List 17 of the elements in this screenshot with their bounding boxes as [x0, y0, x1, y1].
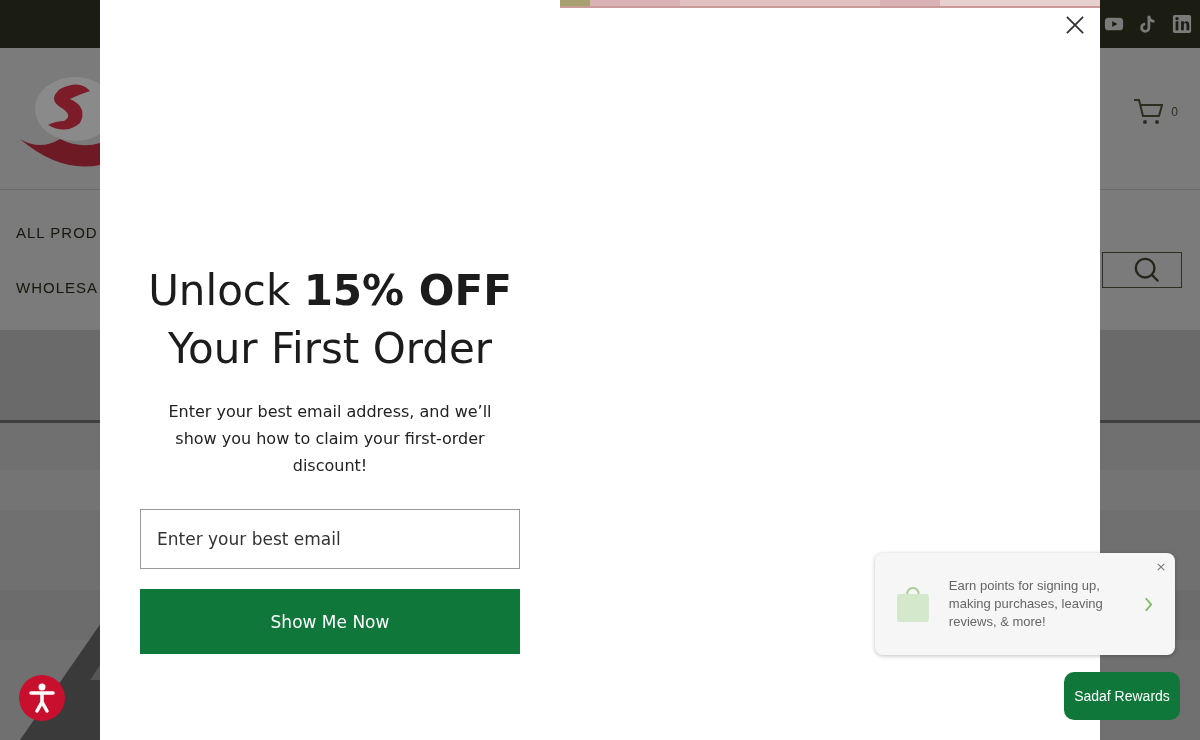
close-icon[interactable]: [1066, 16, 1084, 34]
show-me-now-button[interactable]: Show Me Now: [140, 589, 520, 654]
popup-headline: Your First Order: [167, 323, 493, 375]
accessibility-button[interactable]: [19, 675, 65, 721]
nav-link[interactable]: WHOLESA: [16, 279, 98, 296]
rewards-button[interactable]: Sadaf Rewards: [1064, 672, 1180, 720]
rewards-message: Earn points for signing up, making purchases, leaving reviews, & more!: [948, 577, 1104, 631]
nav-link[interactable]: ALL PROD: [16, 224, 98, 241]
popup-headline: Unlock 15% OFF: [148, 265, 512, 317]
search-icon: [1133, 256, 1161, 284]
cart-count: 0: [1171, 104, 1178, 119]
linkedin-icon[interactable]: [1172, 14, 1192, 34]
shopping-bag-icon: [897, 586, 929, 622]
email-field[interactable]: Enter your best email: [140, 509, 520, 569]
cart-icon[interactable]: [1133, 97, 1164, 126]
search-button[interactable]: [1102, 252, 1182, 288]
popup-description: Enter your best email address, and we’ll show you how to claim your first-order discount!: [167, 401, 493, 477]
